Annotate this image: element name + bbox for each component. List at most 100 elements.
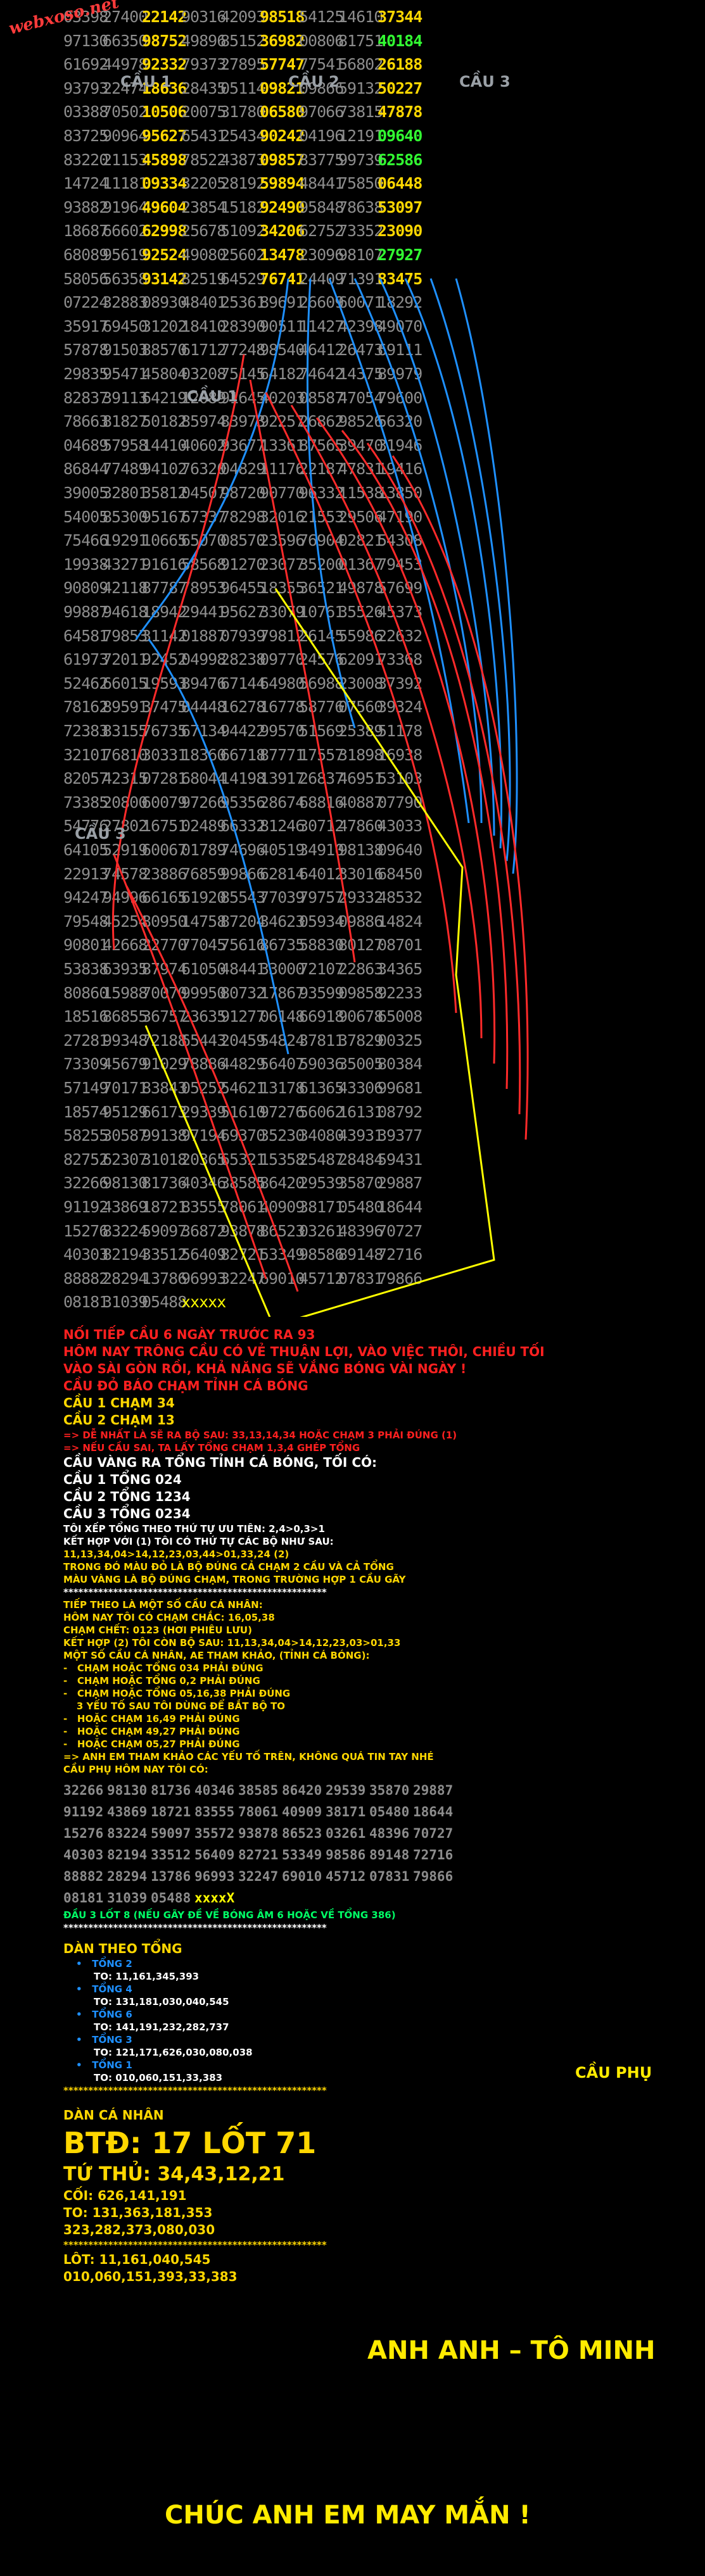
analysis-line: CẦU 2 TỔNG 1234 (63, 1489, 191, 1504)
analysis-line: - HOẶC CHẠM 05,27 PHẢI ĐÚNG (63, 1738, 240, 1750)
sub-grid-cell: 86420 (282, 1783, 322, 1798)
sub-grid-row: 40303 82194 33512 56409 82721 53349 98586 89148… (63, 1844, 697, 1866)
sub-grid-cell: 79866 (413, 1869, 454, 1884)
analysis-line: VÀO SÀI GÒN RỒI, KHẢ NĂNG SẼ VẮNG BÓNG V… (63, 1361, 467, 1376)
lot-line-1: LÔT: 11,161,040,545 (63, 2252, 211, 2267)
sub-grid-row: 88882 28294 13786 96993 32247 69010 45712 07831… (63, 1866, 697, 1887)
cau-label-2: CẦU 2 (288, 73, 340, 91)
sub-grid-cell: 82194 (107, 1847, 148, 1863)
sub-grid-cell: xxxxX (194, 1890, 235, 1906)
cau-label-1: CẦU 1 (120, 73, 172, 91)
analysis-line: HÔM NAY TÔI CÓ CHẠM CHẮC: 16,05,38 (63, 1612, 275, 1623)
sub-grid-cell: 70727 (413, 1826, 454, 1841)
tong-group-name: • TỔNG 6 (76, 2009, 132, 2020)
sub-grid-cell: 93878 (238, 1826, 279, 1841)
sub-grid-cell: 96993 (194, 1869, 235, 1884)
sub-grid-cell: 03261 (326, 1826, 366, 1841)
analysis-line: CẦU VÀNG RA TỔNG TỈNH CÁ BÓNG, TỐI CÓ: (63, 1455, 378, 1470)
to-line-1: TO: 131,363,181,353 (63, 2205, 213, 2220)
analysis-block: NỐI TIẾP CẦU 6 NGÀY TRƯỚC RA 93 HÔM NAY T… (63, 1326, 697, 1776)
analysis-line: KẾT HỢP VỚI (1) TÔI CÓ THỨ TỰ CÁC BỘ NHƯ… (63, 1536, 334, 1547)
dan-title: DÀN CÁ NHÂN (63, 2108, 164, 2123)
sub-grid-cell: 38171 (326, 1804, 366, 1819)
cau-phu-label: CẦU PHỤ (575, 2064, 652, 2082)
sub-grid-row: 91192 43869 18721 83555 78061 40909 38171 05480… (63, 1801, 697, 1823)
analysis-text: NỐI TIẾP CẦU 6 NGÀY TRƯỚC RA 93 HÔM NAY T… (63, 1326, 697, 2285)
sub-grid-cell: 83224 (107, 1826, 148, 1841)
sub-grid-cell: 78061 (238, 1804, 279, 1819)
sub-grid-cell: 18721 (151, 1804, 191, 1819)
sub-grid-cell: 29887 (413, 1783, 454, 1798)
sub-grid-cell: 43869 (107, 1804, 148, 1819)
sub-grid-cell: 91192 (63, 1804, 104, 1819)
analysis-line: TÔI XẾP TỔNG THEO THỨ TỰ ƯU TIÊN: 2,4>0,… (63, 1523, 325, 1535)
sub-grid-cell: 72716 (413, 1847, 454, 1863)
sub-grid-row: 08181 31039 05488 xxxxX (63, 1887, 697, 1909)
sub-grid-cell: 83555 (194, 1804, 235, 1819)
to-line-2: 323,282,373,080,030 (63, 2222, 215, 2237)
sub-grid-cell: 29539 (326, 1783, 366, 1798)
closing-wish: CHÚC ANH EM MAY MẮN ! (165, 2501, 531, 2530)
analysis-line: CẦU 3 TỔNG 0234 (63, 1506, 191, 1521)
analysis-line: CẦU 1 TỔNG 024 (63, 1472, 182, 1487)
tu-thu-line: TỨ THỦ: 34,43,12,21 (63, 2163, 285, 2185)
cau-label-1b: CẦU 1 (187, 387, 238, 405)
analysis-line: CHẠM CHẾT: 0123 (HƠI PHIÊU LƯU) (63, 1624, 252, 1636)
sub-grid: 32266 98130 81736 40346 38585 86420 29539 35870… (63, 1780, 697, 1909)
sub-grid-cell: 38585 (238, 1783, 279, 1798)
sub-grid-cell: 13786 (151, 1869, 191, 1884)
sub-grid-cell: 40303 (63, 1847, 104, 1863)
analysis-line: KẾT HỢP (2) TÔI CÒN BỘ SAU: 11,13,34,04>… (63, 1637, 401, 1649)
sub-grid-cell: 81736 (151, 1783, 191, 1798)
divider-3: ****************************************… (63, 2239, 327, 2251)
tong-group-name: • TỔNG 4 (76, 1983, 132, 1995)
divider-2: ****************************************… (63, 2085, 327, 2096)
signature: ANH ANH – TÔ MINH (367, 2336, 656, 2365)
sub-grid-cell: 40346 (194, 1783, 235, 1798)
analysis-line: 3 YẾU TỐ SAU TÔI DÙNG ĐỂ BẮT BỘ TO (63, 1700, 286, 1712)
analysis-line: MỘT SỐ CẦU CÁ NHÂN, AE THAM KHẢO, (TỈNH … (63, 1650, 370, 1661)
grid-cell: 08181 (63, 1293, 108, 1312)
sub-grid-cell: 15276 (63, 1826, 104, 1841)
lot-line-2: 010,060,151,393,33,383 (63, 2269, 238, 2284)
divider: ****************************************… (63, 1922, 327, 1933)
sub-grid-cell: 45712 (326, 1869, 366, 1884)
sub-note: ĐẦU 3 LỐT 8 (NẾU GÃY ĐỀ VỀ BÓNG ÂM 6 HOẶ… (63, 1909, 396, 1921)
btd-line: BTĐ: 17 LỐT 71 (63, 2126, 317, 2160)
analysis-line: - CHẠM HOẶC TỔNG 05,16,38 PHẢI ĐÚNG (63, 1688, 291, 1699)
sub-grid-cell: 56409 (194, 1847, 235, 1863)
sub-grid-cell: 33512 (151, 1847, 191, 1863)
tong-group-value: TO: 131,181,030,040,545 (94, 1996, 229, 2007)
sub-grid-cell: 40909 (282, 1804, 322, 1819)
sub-grid-cell: 89148 (369, 1847, 410, 1863)
analysis-line: NỐI TIẾP CẦU 6 NGÀY TRƯỚC RA 93 (63, 1327, 315, 1342)
sub-grid-cell: 05488 (151, 1890, 191, 1906)
sub-grid-cell: 32266 (63, 1783, 104, 1798)
number-grid: 03398 27400 22142 90316 42093 98518 54125 14610… (0, 0, 705, 1317)
sub-grid-cell: 28294 (107, 1869, 148, 1884)
tong-group-value: TO: 11,161,345,393 (94, 1971, 200, 1982)
analysis-line: - CHẠM HOẶC TỔNG 0,2 PHẢI ĐÚNG (63, 1675, 260, 1687)
sub-grid-cell: 07831 (369, 1869, 410, 1884)
analysis-line: 11,13,34,04>14,12,23,03,44>01,33,24 (2) (63, 1549, 289, 1560)
analysis-line: - CHẠM HOẶC TỔNG 034 PHẢI ĐÚNG (63, 1662, 264, 1674)
analysis-line: CẦU 2 CHẠM 13 (63, 1412, 175, 1428)
cau-label-3: CẦU 3 (459, 73, 511, 91)
analysis-line: TRONG ĐÓ MÀU ĐỎ LÀ BỘ ĐÚNG CẢ CHẠM 2 CẦU… (63, 1561, 394, 1573)
sub-grid-cell: 18644 (413, 1804, 454, 1819)
analysis-line: ****************************************… (63, 1586, 327, 1598)
sub-grid-cell: 48396 (369, 1826, 410, 1841)
sub-grid-cell: 35870 (369, 1783, 410, 1798)
sub-grid-cell: 31039 (107, 1890, 148, 1906)
sub-grid-cell: 98586 (326, 1847, 366, 1863)
analysis-line: - HOẶC CHẠM 16,49 PHẢI ĐÚNG (63, 1713, 240, 1725)
analysis-line: CẦU ĐỎ BÁO CHẠM TỈNH CÁ BÓNG (63, 1378, 308, 1393)
analysis-line: CẦU PHỤ HÔM NAY TÔI CÓ: (63, 1764, 208, 1775)
tong-title: DÀN THEO TỔNG (63, 1941, 182, 1956)
analysis-line: => NẾU CẦU SAI, TA LẤY TỔNG CHẠM 1,3,4 G… (63, 1442, 360, 1454)
grid-cell: 05488 (142, 1293, 187, 1312)
sub-grid-cell: 08181 (63, 1890, 104, 1906)
sub-grid-cell: 69010 (282, 1869, 322, 1884)
sub-grid-cell: 59097 (151, 1826, 191, 1841)
analysis-line: TIẾP THEO LÀ MỘT SỐ CẦU CÁ NHÂN: (63, 1599, 263, 1611)
